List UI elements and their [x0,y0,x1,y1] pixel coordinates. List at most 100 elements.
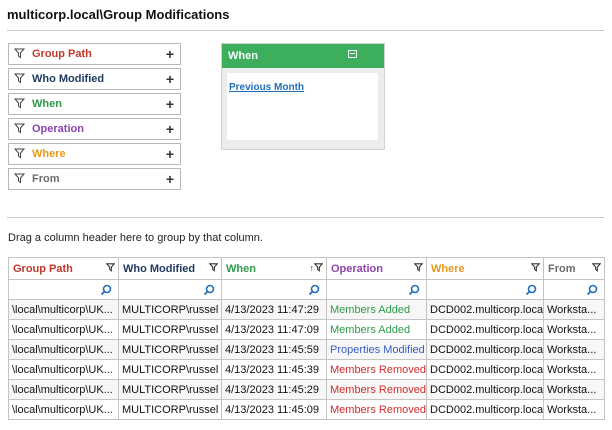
cell-who: MULTICORP\russel [118,359,222,380]
search-icon[interactable] [203,284,215,296]
column-search-cell[interactable] [8,279,119,300]
cell-who: MULTICORP\russel [118,399,222,420]
cell-operation: Members Removed [326,379,427,400]
cell-from: Worksta... [543,379,605,400]
column-header-label: Group Path [13,262,73,275]
column-search-cell[interactable] [426,279,544,300]
filter-item-group-path[interactable]: Group Path + [8,43,181,65]
column-header-label: When [226,262,256,275]
grid-search-row [8,279,605,300]
filter-icon[interactable] [413,263,424,273]
column-search-cell[interactable] [118,279,222,300]
page-title: multicorp.local\Group Modifications [7,7,230,22]
results-grid: Group Path Who Modified When ↑ Operation Wher… [8,257,605,420]
cell-operation: Members Removed [326,359,427,380]
column-header-operation[interactable]: Operation [326,257,427,280]
cell-group-path: \local\multicorp\UK... [8,339,119,360]
filter-icon [14,173,26,185]
cell-where: DCD002.multicorp.local [426,299,544,320]
column-search-cell[interactable] [221,279,327,300]
when-panel-body: Previous Month [227,73,378,140]
column-header-label: Who Modified [123,262,196,275]
sort-filter-icon[interactable]: ↑ [310,263,324,273]
cell-who: MULTICORP\russel [118,339,222,360]
plus-icon[interactable]: + [166,47,174,61]
cell-from: Worksta... [543,299,605,320]
cell-group-path: \local\multicorp\UK... [8,399,119,420]
filter-item-when[interactable]: When + [8,93,181,115]
table-row[interactable]: \local\multicorp\UK... MULTICORP\russel 4/… [8,359,605,380]
search-icon[interactable] [308,284,320,296]
table-row[interactable]: \local\multicorp\UK... MULTICORP\russel 4/… [8,299,605,320]
column-header-from[interactable]: From [543,257,605,280]
table-row[interactable]: \local\multicorp\UK... MULTICORP\russel 4/… [8,319,605,340]
filter-label: From [32,173,60,185]
divider [7,30,604,31]
filter-label: Who Modified [32,73,105,85]
filter-label: When [32,98,62,110]
filter-icon [14,98,26,110]
cell-from: Worksta... [543,339,605,360]
cell-where: DCD002.multicorp.local [426,359,544,380]
search-icon[interactable] [586,284,598,296]
column-header-where[interactable]: Where [426,257,544,280]
filter-icon [14,123,26,135]
cell-when: 4/13/2023 11:47:09 [221,319,327,340]
plus-icon[interactable]: + [166,172,174,186]
plus-icon[interactable]: + [166,147,174,161]
cell-group-path: \local\multicorp\UK... [8,299,119,320]
column-header-who-modified[interactable]: Who Modified [118,257,222,280]
table-row[interactable]: \local\multicorp\UK... MULTICORP\russel 4/… [8,399,605,420]
column-search-cell[interactable] [543,279,605,300]
filter-icon [14,48,26,60]
column-header-label: Where [431,262,465,275]
filter-icon[interactable] [208,263,219,273]
cell-where: DCD002.multicorp.local [426,379,544,400]
cell-group-path: \local\multicorp\UK... [8,319,119,340]
cell-operation: Members Added [326,319,427,340]
search-icon[interactable] [525,284,537,296]
cell-where: DCD002.multicorp.local [426,319,544,340]
divider [7,217,604,218]
cell-who: MULTICORP\russel [118,379,222,400]
when-panel-header: When [222,44,384,68]
table-row[interactable]: \local\multicorp\UK... MULTICORP\russel 4/… [8,339,605,360]
previous-month-link[interactable]: Previous Month [229,82,304,93]
filter-list: Group Path + Who Modified + When + Operation + W… [8,43,181,193]
cell-from: Worksta... [543,399,605,420]
plus-icon[interactable]: + [166,122,174,136]
filter-icon[interactable] [591,263,602,273]
cell-when: 4/13/2023 11:45:39 [221,359,327,380]
column-header-when[interactable]: When ↑ [221,257,327,280]
filter-item-who-modified[interactable]: Who Modified + [8,68,181,90]
cell-from: Worksta... [543,319,605,340]
cell-who: MULTICORP\russel [118,319,222,340]
cell-when: 4/13/2023 11:45:29 [221,379,327,400]
filter-icon[interactable] [530,263,541,273]
search-icon[interactable] [408,284,420,296]
filter-item-where[interactable]: Where + [8,143,181,165]
filter-icon [14,73,26,85]
cell-when: 4/13/2023 11:47:29 [221,299,327,320]
cell-operation: Properties Modified [326,339,427,360]
column-search-cell[interactable] [326,279,427,300]
cell-operation: Members Removed [326,399,427,420]
cell-operation: Members Added [326,299,427,320]
plus-icon[interactable]: + [166,97,174,111]
table-row[interactable]: \local\multicorp\UK... MULTICORP\russel 4/… [8,379,605,400]
calendar-icon[interactable] [348,50,357,58]
cell-when: 4/13/2023 11:45:59 [221,339,327,360]
filter-icon[interactable] [105,263,116,273]
when-panel: When Previous Month [221,43,385,150]
grid-header-row: Group Path Who Modified When ↑ Operation Wher… [8,257,605,280]
cell-group-path: \local\multicorp\UK... [8,359,119,380]
cell-group-path: \local\multicorp\UK... [8,379,119,400]
column-header-label: Operation [331,262,383,275]
filter-item-from[interactable]: From + [8,168,181,190]
filter-item-operation[interactable]: Operation + [8,118,181,140]
when-panel-title: When [228,50,258,62]
search-icon[interactable] [100,284,112,296]
filter-label: Where [32,148,66,160]
plus-icon[interactable]: + [166,72,174,86]
column-header-group-path[interactable]: Group Path [8,257,119,280]
